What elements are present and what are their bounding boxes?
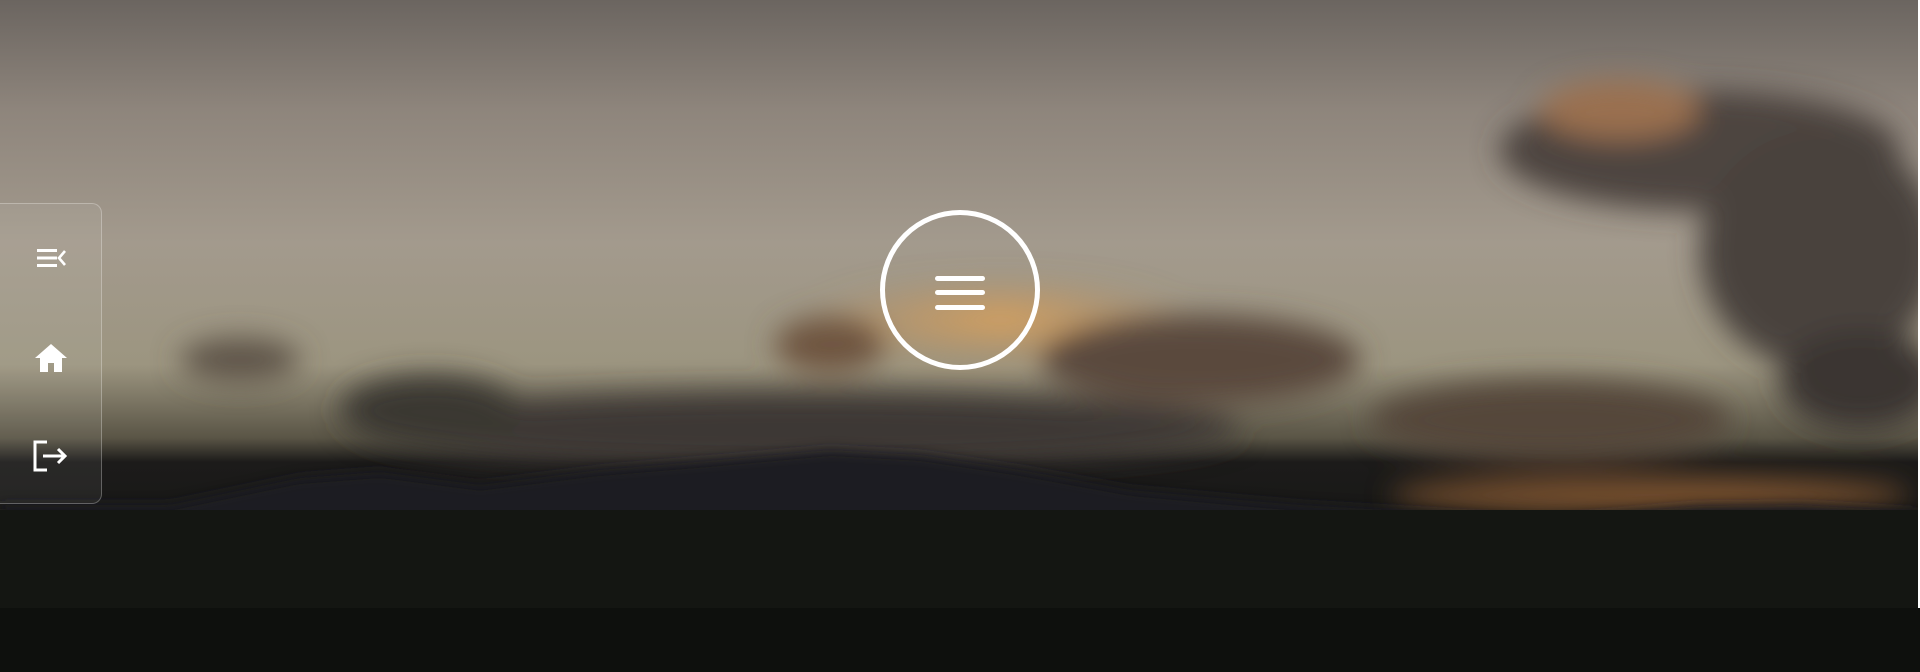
- main-menu-button[interactable]: [880, 210, 1040, 370]
- hamburger-line: [935, 290, 985, 295]
- collapse-menu-icon: [37, 249, 66, 267]
- sidebar: [0, 203, 102, 504]
- clouds: [180, 80, 1918, 513]
- home-button[interactable]: [0, 328, 102, 388]
- logout-icon: [33, 440, 68, 472]
- logout-button[interactable]: [0, 426, 102, 486]
- hamburger-line: [935, 276, 985, 281]
- page-bottom: [0, 608, 1920, 672]
- hamburger-line: [935, 305, 985, 310]
- collapse-menu-button[interactable]: [0, 228, 102, 288]
- home-icon: [35, 344, 67, 372]
